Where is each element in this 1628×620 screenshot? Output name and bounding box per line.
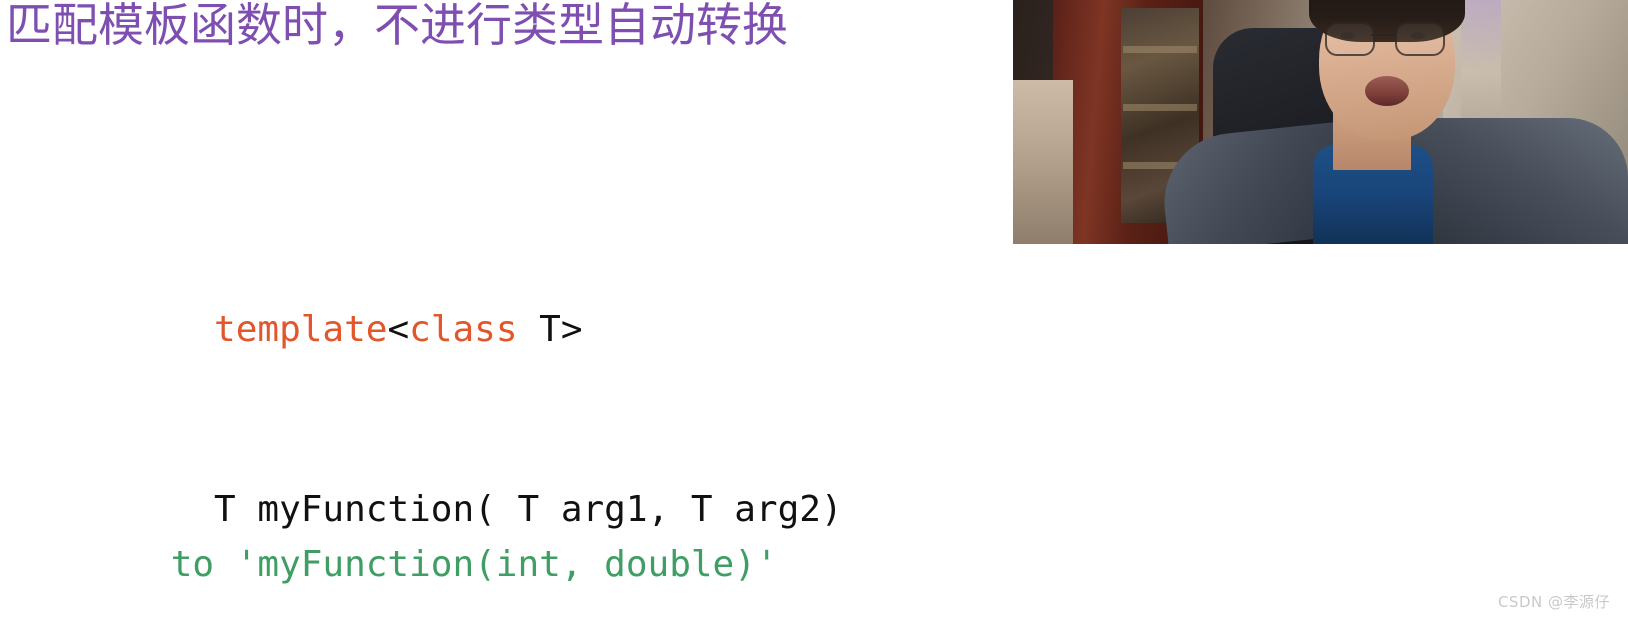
video-background-shelf — [1123, 104, 1197, 111]
code-token-template-keyword: template — [214, 309, 388, 350]
glasses-icon — [1325, 22, 1375, 56]
csdn-watermark: CSDN @李源仔 — [1497, 593, 1610, 611]
code-token-class-keyword: class — [409, 309, 518, 350]
code-line-template: template<class T> — [84, 240, 1485, 350]
glasses-bridge-icon — [1371, 34, 1395, 36]
glasses-icon — [1395, 22, 1445, 56]
slide-canvas: 匹配模板函数时，不进行类型自动转换 template<class T> T my… — [0, 0, 1628, 620]
video-background-boxes — [1013, 80, 1073, 244]
code-line-body: { cout<<arg1<<" "<<arg2<<"\n"; return ar… — [84, 600, 1485, 620]
video-person-mouth — [1365, 76, 1409, 106]
code-token-signature: T myFunction( T arg1, T arg2) — [214, 489, 843, 530]
page-title: 匹配模板函数时，不进行类型自动转换 — [6, 0, 788, 52]
video-background-shelf — [1123, 46, 1197, 53]
code-token-type-param: T> — [517, 309, 583, 350]
code-line-signature: T myFunction( T arg1, T arg2) — [84, 420, 1485, 530]
video-background-poster — [1461, 0, 1501, 120]
code-line-error-continuation: to 'myFunction(int, double)' — [84, 544, 778, 585]
presenter-video-overlay[interactable] — [1013, 0, 1628, 244]
code-token-angle-open: < — [387, 309, 410, 350]
